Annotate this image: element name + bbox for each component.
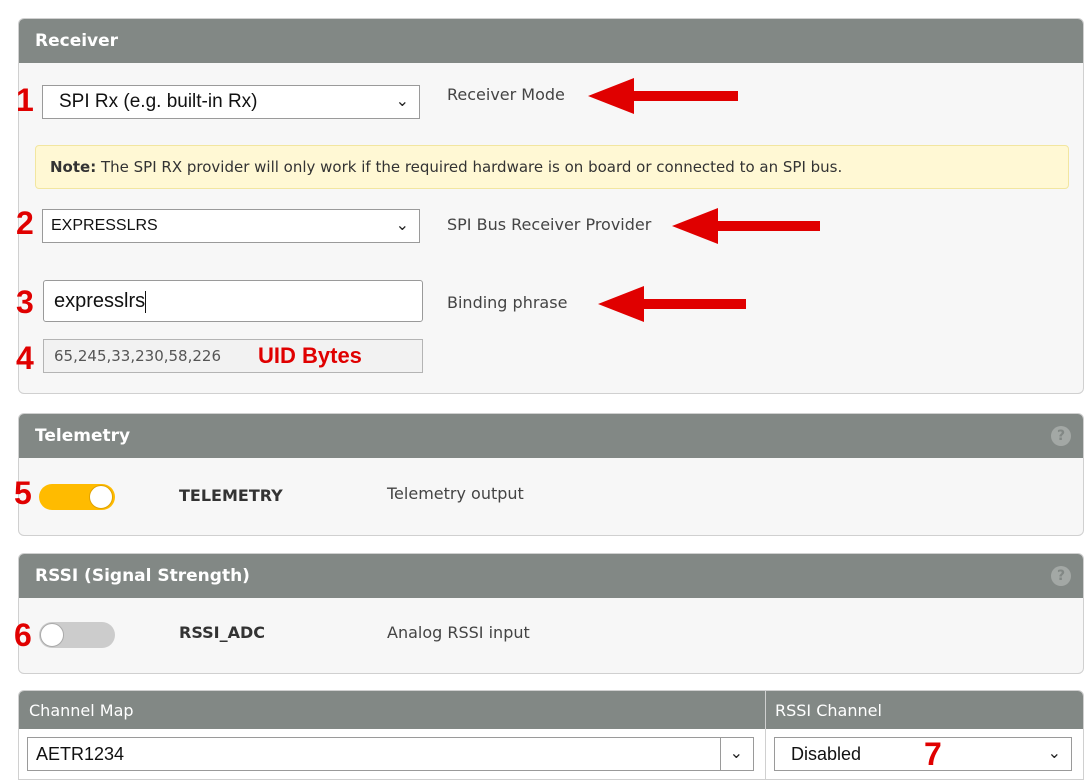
annotation-number-5: 5 — [14, 475, 32, 511]
rssi-channel-header: RSSI Channel — [775, 701, 882, 720]
chevron-down-icon: ⌄ — [395, 217, 409, 234]
spi-note-box: Note: The SPI RX provider will only work… — [35, 145, 1069, 189]
note-bold: Note: — [50, 158, 97, 176]
binding-phrase-input[interactable]: expresslrs — [43, 280, 423, 322]
receiver-mode-value: SPI Rx (e.g. built-in Rx) — [59, 91, 258, 112]
channel-map-value: AETR1234 — [36, 744, 125, 764]
channel-map-header: Channel Map — [29, 701, 134, 720]
rssi-switch-name: RSSI_ADC — [179, 623, 266, 642]
channel-table-header — [19, 691, 1083, 729]
text-cursor — [145, 290, 147, 313]
toggle-knob — [89, 485, 113, 509]
uid-bytes-field: 65,245,33,230,58,226 — [43, 339, 423, 373]
red-arrow-icon — [588, 78, 738, 114]
help-icon[interactable]: ? — [1051, 426, 1071, 446]
annotation-number-7: 7 — [924, 736, 942, 772]
toggle-knob — [40, 623, 64, 647]
select-divider — [720, 738, 721, 770]
chevron-down-icon: ⌄ — [729, 745, 743, 762]
annotation-number-2: 2 — [16, 205, 34, 241]
telemetry-header: Telemetry — [19, 414, 1083, 458]
uid-bytes-annotation: UID Bytes — [258, 343, 362, 368]
rssi-switch-desc: Analog RSSI input — [387, 623, 530, 642]
receiver-mode-label: Receiver Mode — [447, 85, 565, 104]
telemetry-switch-name: TELEMETRY — [179, 486, 283, 505]
annotation-number-6: 6 — [14, 617, 32, 653]
provider-select[interactable]: EXPRESSLRS ⌄ — [42, 209, 420, 243]
column-divider — [765, 691, 766, 779]
red-arrow-icon — [672, 208, 820, 244]
note-text: The SPI RX provider will only work if th… — [96, 158, 843, 176]
rssi-panel: RSSI (Signal Strength) ? RSSI_ADC Analog… — [18, 553, 1084, 674]
telemetry-toggle[interactable] — [39, 484, 115, 510]
channel-map-select[interactable]: AETR1234 ⌄ — [27, 737, 754, 771]
binding-phrase-value: expresslrs — [54, 290, 146, 312]
annotation-number-1: 1 — [16, 82, 34, 118]
binding-phrase-label: Binding phrase — [447, 293, 568, 312]
provider-value: EXPRESSLRS — [51, 217, 158, 234]
telemetry-switch-desc: Telemetry output — [387, 484, 524, 503]
annotation-number-3: 3 — [16, 284, 34, 320]
help-icon[interactable]: ? — [1051, 566, 1071, 586]
telemetry-panel: Telemetry ? TELEMETRY Telemetry output — [18, 413, 1084, 536]
red-arrow-icon — [598, 286, 746, 322]
rssi-adc-toggle[interactable] — [39, 622, 115, 648]
receiver-mode-select[interactable]: SPI Rx (e.g. built-in Rx) ⌄ — [42, 85, 420, 119]
rssi-header: RSSI (Signal Strength) — [19, 554, 1083, 598]
rssi-channel-value: Disabled — [791, 744, 862, 764]
chevron-down-icon: ⌄ — [395, 93, 409, 110]
annotation-number-4: 4 — [16, 340, 34, 376]
chevron-down-icon: ⌄ — [1047, 745, 1061, 762]
uid-bytes-value: 65,245,33,230,58,226 — [54, 347, 221, 365]
receiver-header: Receiver — [19, 19, 1083, 63]
receiver-panel: Receiver SPI Rx (e.g. built-in Rx) ⌄ Rec… — [18, 18, 1084, 394]
rssi-channel-select[interactable]: Disabled ⌄ — [774, 737, 1072, 771]
provider-label: SPI Bus Receiver Provider — [447, 215, 652, 234]
